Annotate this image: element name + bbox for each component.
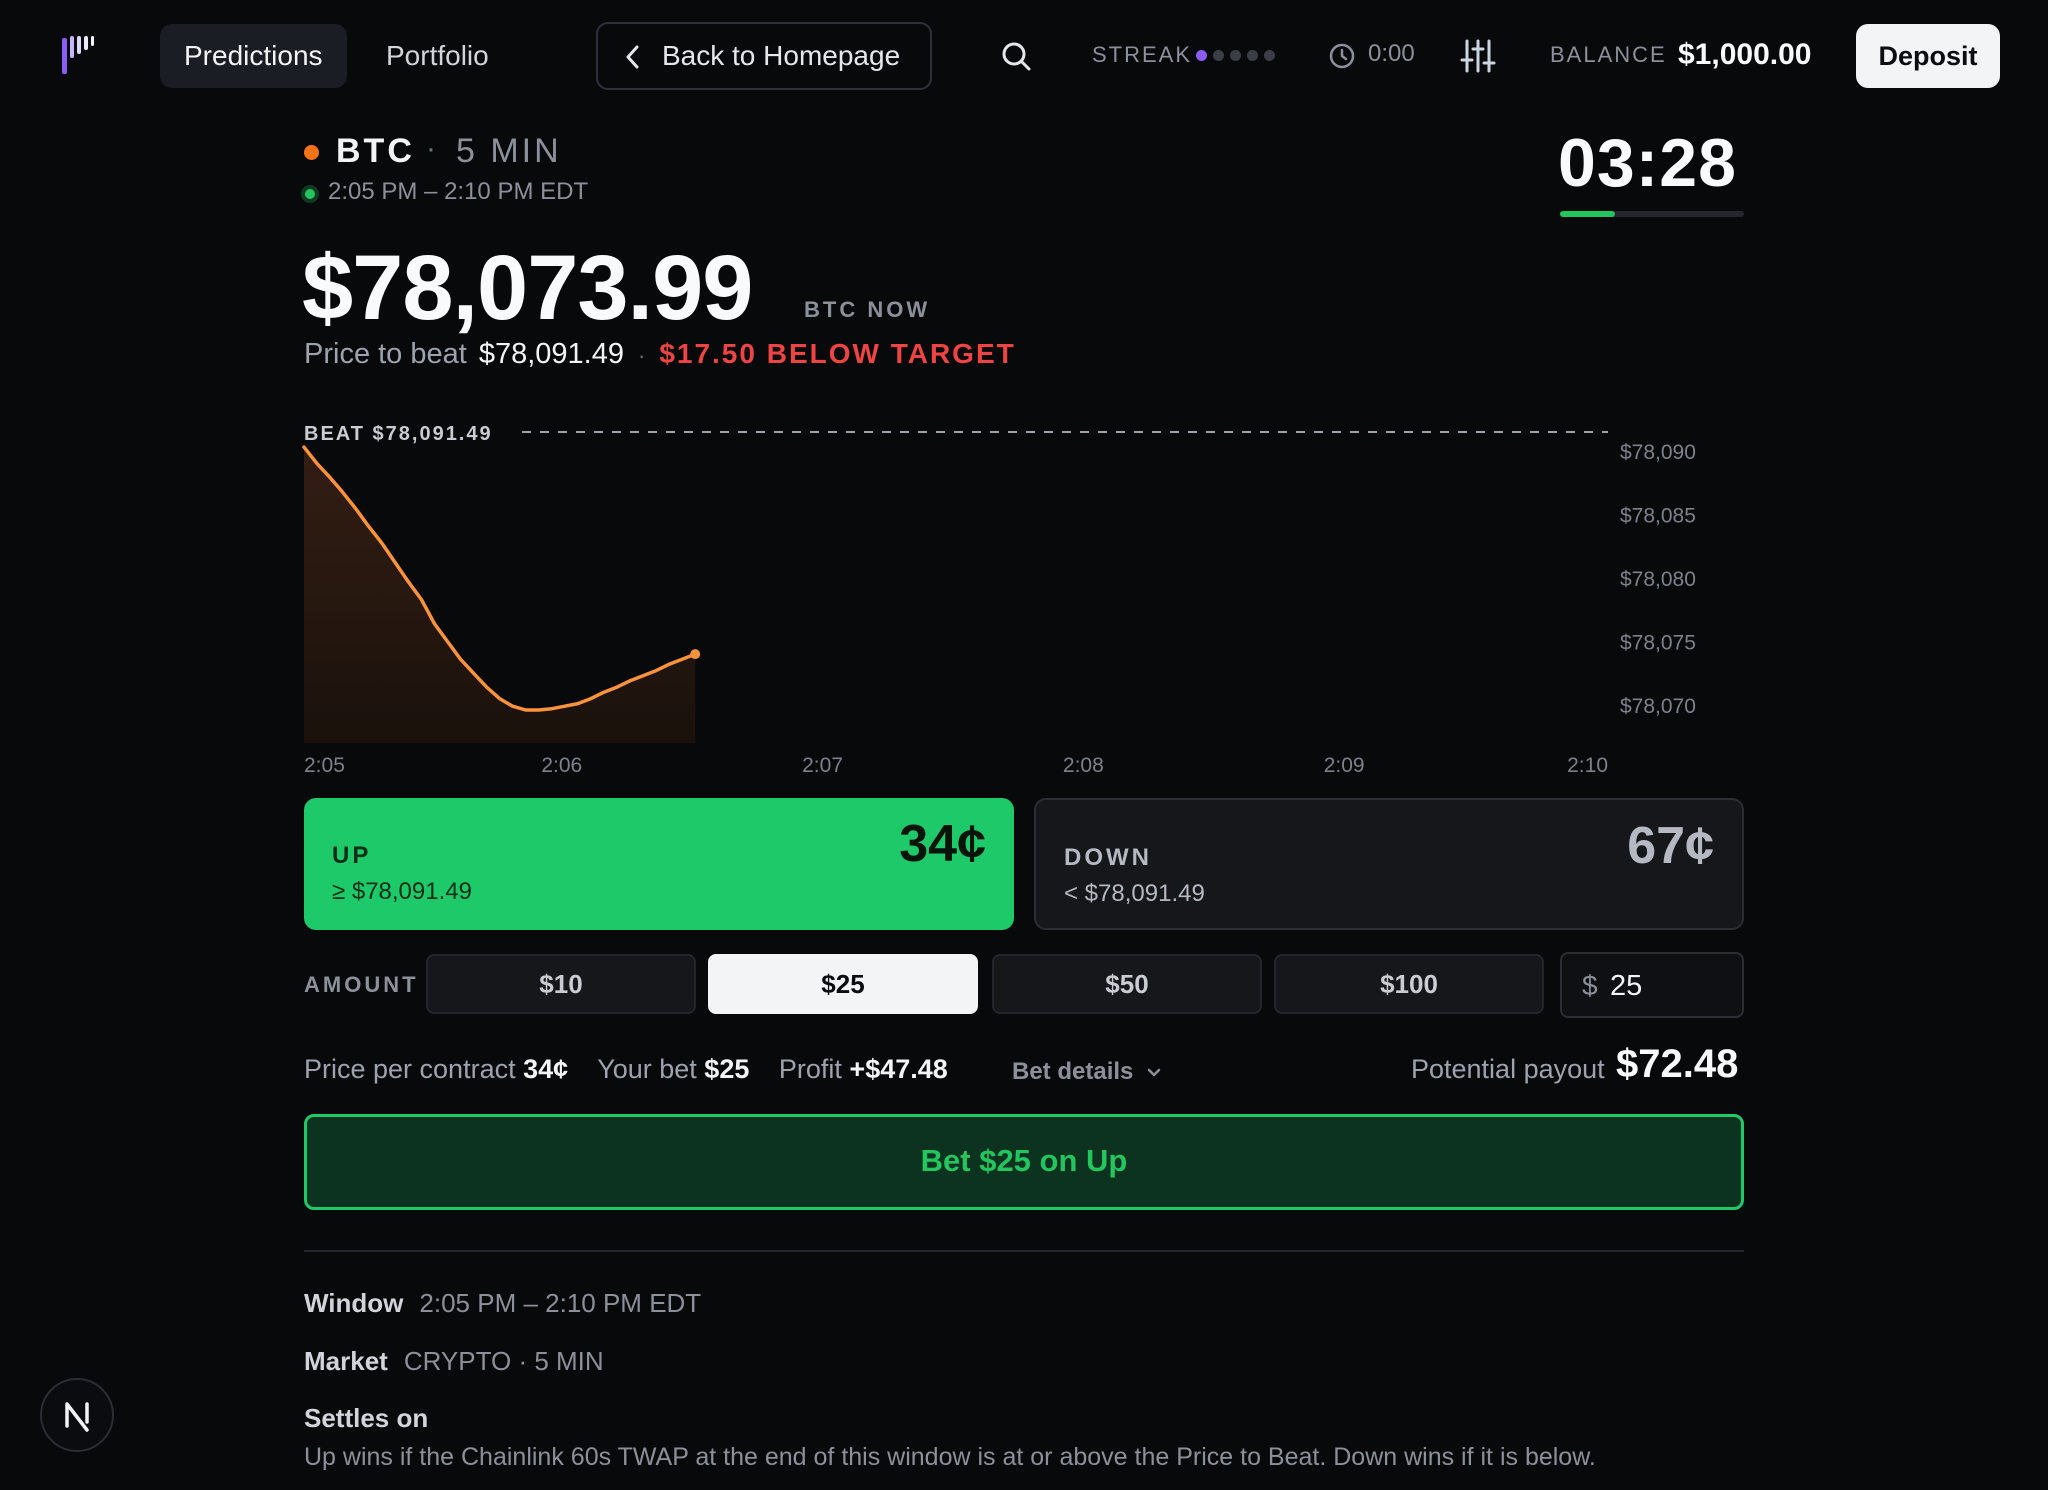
streak-dot [1247, 50, 1258, 61]
place-bet-button[interactable]: Bet $25 on Up [304, 1114, 1744, 1210]
price-current-point [690, 649, 701, 660]
countdown-progress-track [1560, 211, 1744, 217]
clock-icon [1329, 43, 1355, 69]
price-diff-badge: $17.50 BELOW TARGET [659, 338, 1016, 369]
next-dev-badge[interactable] [40, 1378, 114, 1452]
outcome-down-label: DOWN [1064, 844, 1152, 871]
custom-amount-input[interactable] [1610, 968, 1730, 1004]
x-tick-label: 2:07 [802, 754, 843, 777]
asset-separator: · [426, 132, 436, 165]
profit-value: +$47.48 [849, 1054, 948, 1084]
asset-color-dot [304, 145, 319, 160]
current-price-tag: BTC NOW [804, 297, 931, 322]
market-interval: 5 MIN [456, 132, 562, 170]
price-per-contract-value: 34¢ [523, 1054, 569, 1084]
streak-indicator [1196, 50, 1275, 61]
tab-portfolio[interactable]: Portfolio [362, 24, 513, 88]
price-to-beat-row: Price to beat $78,091.49 · $17.50 BELOW TAR… [304, 338, 1016, 371]
custom-amount-field[interactable]: $ [1560, 952, 1744, 1018]
app-logo-icon[interactable] [60, 34, 96, 78]
amount-option-50[interactable]: $50 [992, 954, 1262, 1014]
outcome-down-condition: < $78,091.49 [1064, 880, 1205, 907]
info-market-value: CRYPTO · 5 MIN [403, 1346, 604, 1376]
beat-price-label: BEAT $78,091.49 [304, 423, 493, 445]
info-settles-key: Settles on [304, 1403, 429, 1433]
bet-summary: Price per contract 34¢ Your bet $25 Prof… [304, 1054, 970, 1085]
back-button-label: Back to Homepage [662, 40, 901, 71]
market-window: 2:05 PM – 2:10 PM EDT [328, 178, 589, 205]
beat-separator: · [637, 343, 646, 368]
balance-value: $1,000.00 [1678, 38, 1812, 71]
streak-dot [1264, 50, 1275, 61]
your-bet-label: Your bet [597, 1054, 697, 1084]
your-bet-value: $25 [704, 1054, 750, 1084]
potential-payout-value: $72.48 [1616, 1042, 1739, 1086]
y-tick-label: $78,085 [1620, 504, 1696, 527]
countdown-progress-fill [1560, 211, 1616, 217]
currency-symbol: $ [1582, 970, 1598, 1001]
streak-dot [1230, 50, 1241, 61]
y-tick-label: $78,090 [1620, 441, 1696, 464]
chevron-down-icon [1147, 1068, 1161, 1077]
price-per-contract-label: Price per contract [304, 1054, 516, 1084]
outcome-up-card[interactable]: UP ≥ $78,091.49 34¢ [304, 798, 1014, 930]
chevron-left-icon [626, 45, 639, 69]
bet-details-toggle[interactable]: Bet details [1012, 1058, 1162, 1086]
top-nav: Predictions Portfolio Back to Homepage S… [0, 0, 2048, 112]
profit-label: Profit [778, 1054, 842, 1084]
search-icon[interactable] [1000, 40, 1032, 72]
outcome-down-price: 67¢ [1627, 817, 1714, 875]
x-tick-label: 2:09 [1324, 754, 1365, 777]
sliders-icon[interactable] [1460, 38, 1496, 74]
asset-name: BTC [336, 132, 415, 170]
outcome-up-price: 34¢ [899, 815, 986, 873]
x-tick-label: 2:05 [304, 754, 345, 777]
y-tick-label: $78,075 [1620, 631, 1696, 654]
y-tick-label: $78,070 [1620, 695, 1696, 718]
info-window-key: Window [304, 1288, 404, 1318]
y-tick-label: $78,080 [1620, 568, 1696, 591]
streak-dot [1213, 50, 1224, 61]
outcome-up-label: UP [332, 842, 372, 869]
deposit-button[interactable]: Deposit [1856, 24, 2000, 88]
streak-label: STREAK [1092, 42, 1193, 67]
settlement-rules-text: Up wins if the Chainlink 60s TWAP at the… [304, 1443, 1596, 1471]
price-to-beat-label: Price to beat [304, 338, 467, 370]
x-tick-label: 2:10 [1567, 754, 1608, 777]
info-market-key: Market [304, 1346, 388, 1376]
x-tick-label: 2:06 [541, 754, 582, 777]
price-to-beat-value: $78,091.49 [478, 338, 624, 370]
current-price: $78,073.99 [302, 237, 753, 339]
info-settles-row: Settles on [304, 1403, 444, 1434]
outcome-down-card[interactable]: DOWN < $78,091.49 67¢ [1034, 798, 1744, 930]
info-window-value: 2:05 PM – 2:10 PM EDT [419, 1288, 702, 1318]
amount-option-10[interactable]: $10 [426, 954, 696, 1014]
countdown-timer: 03:28 [1558, 125, 1737, 201]
outcome-up-condition: ≥ $78,091.49 [332, 878, 472, 905]
n-logo-icon [65, 1402, 89, 1432]
potential-payout-label: Potential payout [1411, 1054, 1605, 1084]
price-chart: BEAT $78,091.49 $78,090 $78,085 $78,080 $78,… [302, 423, 1696, 777]
streak-dot [1196, 50, 1207, 61]
tab-predictions[interactable]: Predictions [160, 24, 347, 88]
amount-option-100[interactable]: $100 [1274, 954, 1544, 1014]
info-window-row: Window 2:05 PM – 2:10 PM EDT [304, 1288, 701, 1319]
balance-label: BALANCE [1550, 42, 1667, 67]
x-tick-label: 2:08 [1063, 754, 1104, 777]
bet-details-label: Bet details [1012, 1058, 1134, 1085]
amount-option-25[interactable]: $25 [708, 954, 978, 1014]
live-indicator [301, 185, 319, 203]
back-to-homepage-button[interactable]: Back to Homepage [596, 22, 932, 90]
info-market-row: Market CRYPTO · 5 MIN [304, 1346, 604, 1377]
session-timer: 0:00 [1368, 40, 1415, 67]
section-divider [304, 1250, 1744, 1252]
amount-label: AMOUNT [304, 972, 419, 997]
